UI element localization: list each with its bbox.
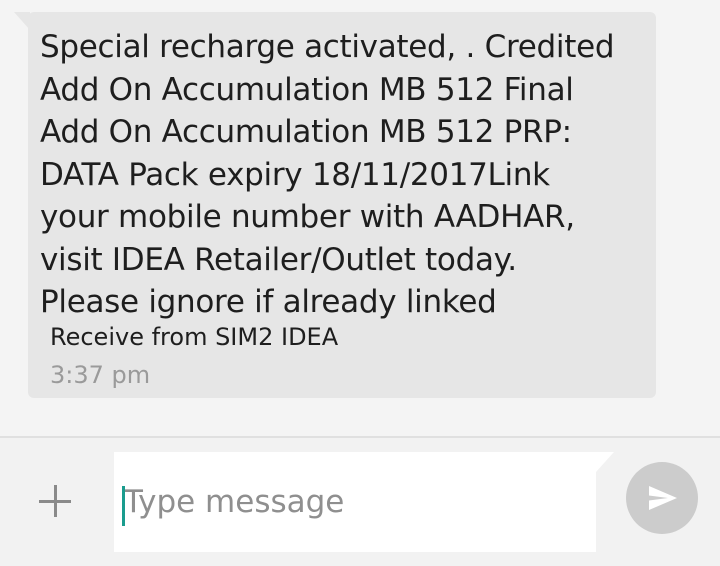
attach-button[interactable] — [36, 482, 76, 522]
sim-label: Receive from SIM2 IDEA — [50, 323, 339, 351]
text-caret — [122, 486, 125, 526]
input-corner — [596, 452, 614, 472]
message-input-container — [114, 452, 596, 552]
message-timestamp: 3:37 pm — [50, 361, 151, 389]
message-bubble[interactable]: Special recharge activated, . Credited A… — [28, 12, 656, 398]
send-icon — [649, 486, 677, 510]
message-text: Special recharge activated, . Credited A… — [40, 29, 615, 320]
message-thread: Special recharge activated, . Credited A… — [0, 0, 720, 436]
send-button[interactable] — [626, 462, 698, 534]
message-input[interactable] — [114, 452, 596, 552]
composer-bar — [0, 438, 720, 566]
